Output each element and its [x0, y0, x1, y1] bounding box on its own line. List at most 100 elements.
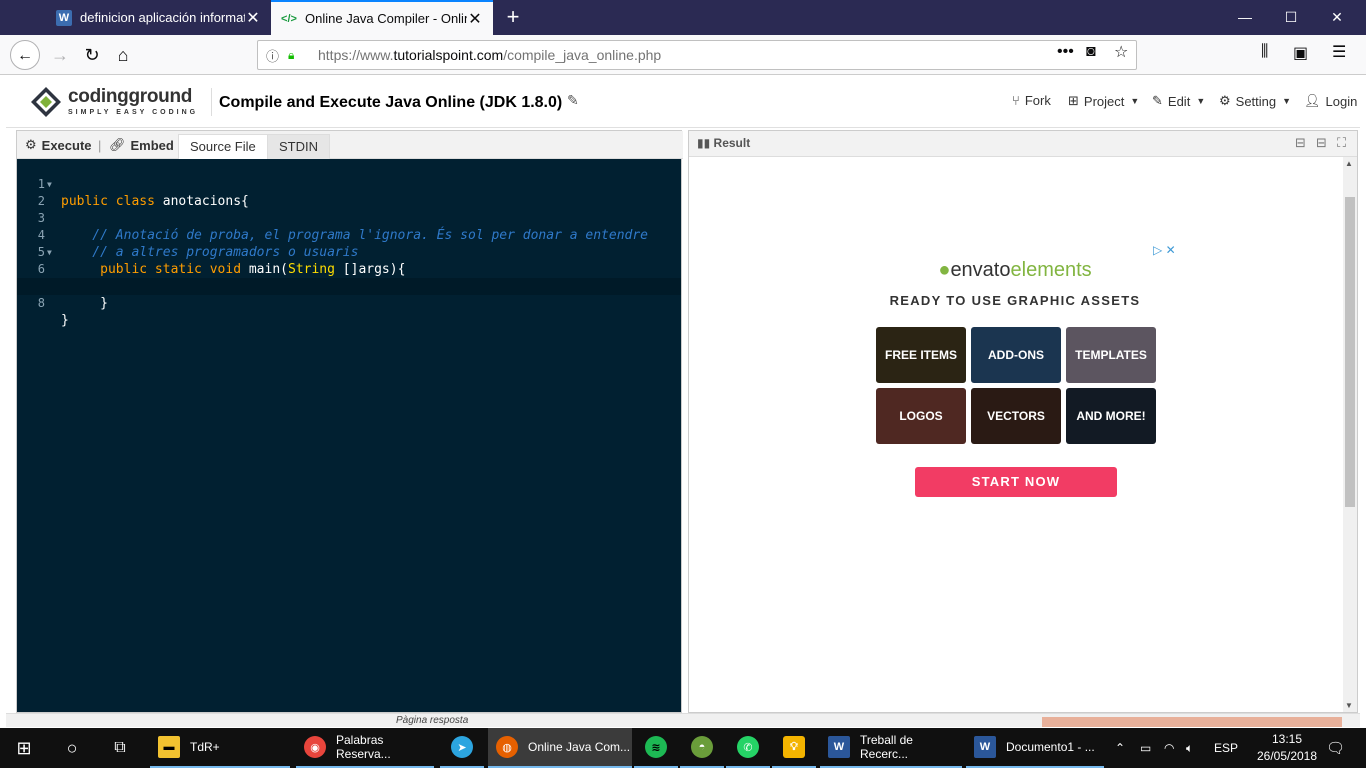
taskbar-app-firefox[interactable]: ◍ Online Java Com...	[488, 728, 632, 768]
code-line: 4 // a altres programadors o usuaris	[37, 228, 359, 260]
tray-chevron-icon[interactable]: ⌃	[1115, 728, 1125, 768]
tile-templates[interactable]: TEMPLATES	[1066, 327, 1156, 383]
chrome-icon: ◉	[304, 736, 326, 758]
project-icon: ⊞	[1068, 93, 1079, 108]
fork-button[interactable]: ⑂ Fork	[1012, 93, 1051, 108]
collapse-icon[interactable]: ⊟	[1295, 135, 1306, 151]
menu-icon[interactable]: ☰	[1332, 42, 1346, 62]
close-window-button[interactable]: ✕	[1314, 0, 1360, 35]
url-text: https://www.tutorialspoint.com/compile_j…	[318, 47, 662, 63]
setting-menu[interactable]: ⚙ Setting ▼	[1219, 93, 1291, 109]
code-line: 6 System.out.println("L'anotació no fa r…	[37, 262, 570, 294]
clock-time: 13:15	[1271, 732, 1303, 746]
adchoices-icon[interactable]: ▷ ✕	[1153, 243, 1176, 257]
envato-ad[interactable]: ▷ ✕ ●envatoelements READY TO USE GRAPHIC…	[845, 239, 1185, 519]
code-line: 8 }	[17, 278, 681, 328]
caret-down-icon: ▼	[1282, 96, 1292, 106]
execute-button[interactable]: ⚙ Execute	[25, 131, 92, 159]
taskbar-app-chrome[interactable]: ◉ Palabras Reserva...	[296, 728, 434, 768]
sidebar-icon[interactable]: ▣	[1293, 43, 1308, 63]
whatsapp-icon: ✆	[737, 736, 759, 758]
taskbar-app-android[interactable]: ◓	[680, 728, 724, 768]
result-title: ▮▮ Result	[697, 136, 751, 150]
start-now-button[interactable]: START NOW	[915, 467, 1117, 497]
browser-tab-online-java[interactable]: </> Online Java Compiler - Online J ✕	[271, 0, 493, 35]
url-bar[interactable]: ⓘ 🔒︎ https://www.tutorialspoint.com/comp…	[257, 40, 1137, 70]
caret-down-icon: ▼	[1130, 96, 1140, 106]
editor-toolbar: ⚙ Execute | 🔗︎ Embed Source File STDIN	[17, 131, 683, 159]
scroll-down-icon[interactable]: ▼	[1345, 701, 1353, 710]
result-scrollbar[interactable]: ▲ ▼	[1343, 157, 1357, 712]
codingground-logo[interactable]: codingground SIMPLY EASY CODING	[30, 82, 200, 122]
taskbar-app-word-documento[interactable]: W Documento1 - ...	[966, 728, 1104, 768]
edit-title-icon[interactable]: ✎	[567, 92, 579, 109]
background-window-bar	[1042, 717, 1342, 727]
clock-date: 26/05/2018	[1256, 749, 1318, 763]
code-line: 5 ▼ public static void main(String []args…	[37, 245, 406, 277]
back-button[interactable]: ←	[10, 40, 40, 70]
lock-icon[interactable]: 🔒︎	[288, 48, 306, 63]
code-line: 1 ▼ public class anotacions{	[37, 177, 249, 209]
pocket-icon[interactable]: ◙	[1086, 43, 1096, 61]
taskbar-app-keep[interactable]: 💡︎	[772, 728, 816, 768]
taskbar-app-spotify[interactable]: ≋	[634, 728, 678, 768]
project-menu[interactable]: ⊞ Project ▼	[1068, 93, 1139, 109]
minimize-button[interactable]: —	[1222, 0, 1268, 35]
new-tab-button[interactable]: +	[500, 4, 526, 30]
taskbar-app-word-treball[interactable]: W Treball de Recerc...	[820, 728, 962, 768]
cortana-button[interactable]: ○	[48, 728, 96, 768]
caret-down-icon: ▼	[1196, 96, 1206, 106]
envato-logo: ●envatoelements	[938, 259, 1092, 281]
tile-vectors[interactable]: VECTORS	[971, 388, 1061, 444]
logo-tagline: SIMPLY EASY CODING	[68, 109, 199, 116]
home-button[interactable]: ⌂	[108, 40, 138, 70]
windows-icon: ⊞	[16, 737, 32, 758]
edit-icon: ✎	[1152, 93, 1163, 108]
battery-icon[interactable]: ▭	[1140, 728, 1151, 768]
edit-menu[interactable]: ✎ Edit ▼	[1152, 93, 1205, 109]
gears-icon: ⚙	[25, 137, 37, 152]
start-button[interactable]: ⊞	[0, 728, 48, 768]
taskbar-clock[interactable]: 13:15 26/05/2018	[1254, 731, 1320, 765]
browser-tab-definicion[interactable]: W definicion aplicación informati ✕	[46, 0, 271, 35]
task-view-icon: ⧉	[114, 739, 126, 756]
wifi-icon[interactable]: ◠	[1164, 728, 1174, 768]
tile-logos[interactable]: LOGOS	[876, 388, 966, 444]
minimize-panel-icon[interactable]: ⊟	[1316, 135, 1327, 151]
task-view-button[interactable]: ⧉	[96, 728, 144, 768]
page-title: Compile and Execute Java Online (JDK 1.8…	[219, 94, 563, 111]
reload-button[interactable]: ↻	[77, 40, 107, 70]
maximize-button[interactable]: ☐	[1268, 0, 1314, 35]
library-icon[interactable]: ⫼	[1261, 43, 1268, 61]
spotify-icon: ≋	[645, 736, 667, 758]
taskbar-app-whatsapp[interactable]: ✆	[726, 728, 770, 768]
tile-free-items[interactable]: FREE ITEMS	[876, 327, 966, 383]
scroll-thumb[interactable]	[1345, 197, 1355, 507]
fork-icon: ⑂	[1012, 93, 1020, 108]
language-indicator[interactable]: ESP	[1214, 728, 1238, 768]
forward-button[interactable]: →	[45, 40, 75, 70]
embed-button[interactable]: 🔗︎ Embed	[109, 131, 174, 159]
taskbar-app-telegram[interactable]: ➤	[440, 728, 484, 768]
tab-stdin[interactable]: STDIN	[267, 134, 330, 159]
volume-icon[interactable]: 🔈︎	[1186, 728, 1193, 768]
toolbar-separator: |	[98, 137, 102, 153]
login-button[interactable]: 👤︎ Login	[1304, 93, 1357, 109]
word-icon: W	[974, 736, 996, 758]
tab-source-file[interactable]: Source File	[178, 134, 268, 159]
code-editor[interactable]: 1 ▼ public class anotacions{ 2 3 // Anota…	[17, 159, 681, 328]
tile-add-ons[interactable]: ADD-ONS	[971, 327, 1061, 383]
close-icon[interactable]: ✕	[467, 9, 483, 29]
page-actions-icon[interactable]: •••	[1057, 43, 1074, 61]
notification-icon[interactable]: 🗨︎	[1326, 728, 1345, 768]
leaf-icon: ●	[938, 259, 951, 281]
page-icon: W	[56, 9, 72, 26]
expand-icon[interactable]: ⛶	[1337, 135, 1346, 151]
scroll-up-icon[interactable]: ▲	[1345, 159, 1353, 168]
taskbar-app-tdr[interactable]: ▬ TdR+	[150, 728, 290, 768]
bookmark-star-icon[interactable]: ☆	[1114, 42, 1128, 62]
keep-icon: 💡︎	[783, 736, 805, 758]
info-icon[interactable]: ⓘ	[266, 46, 288, 65]
close-icon[interactable]: ✕	[245, 8, 261, 28]
tile-and-more[interactable]: AND MORE!	[1066, 388, 1156, 444]
